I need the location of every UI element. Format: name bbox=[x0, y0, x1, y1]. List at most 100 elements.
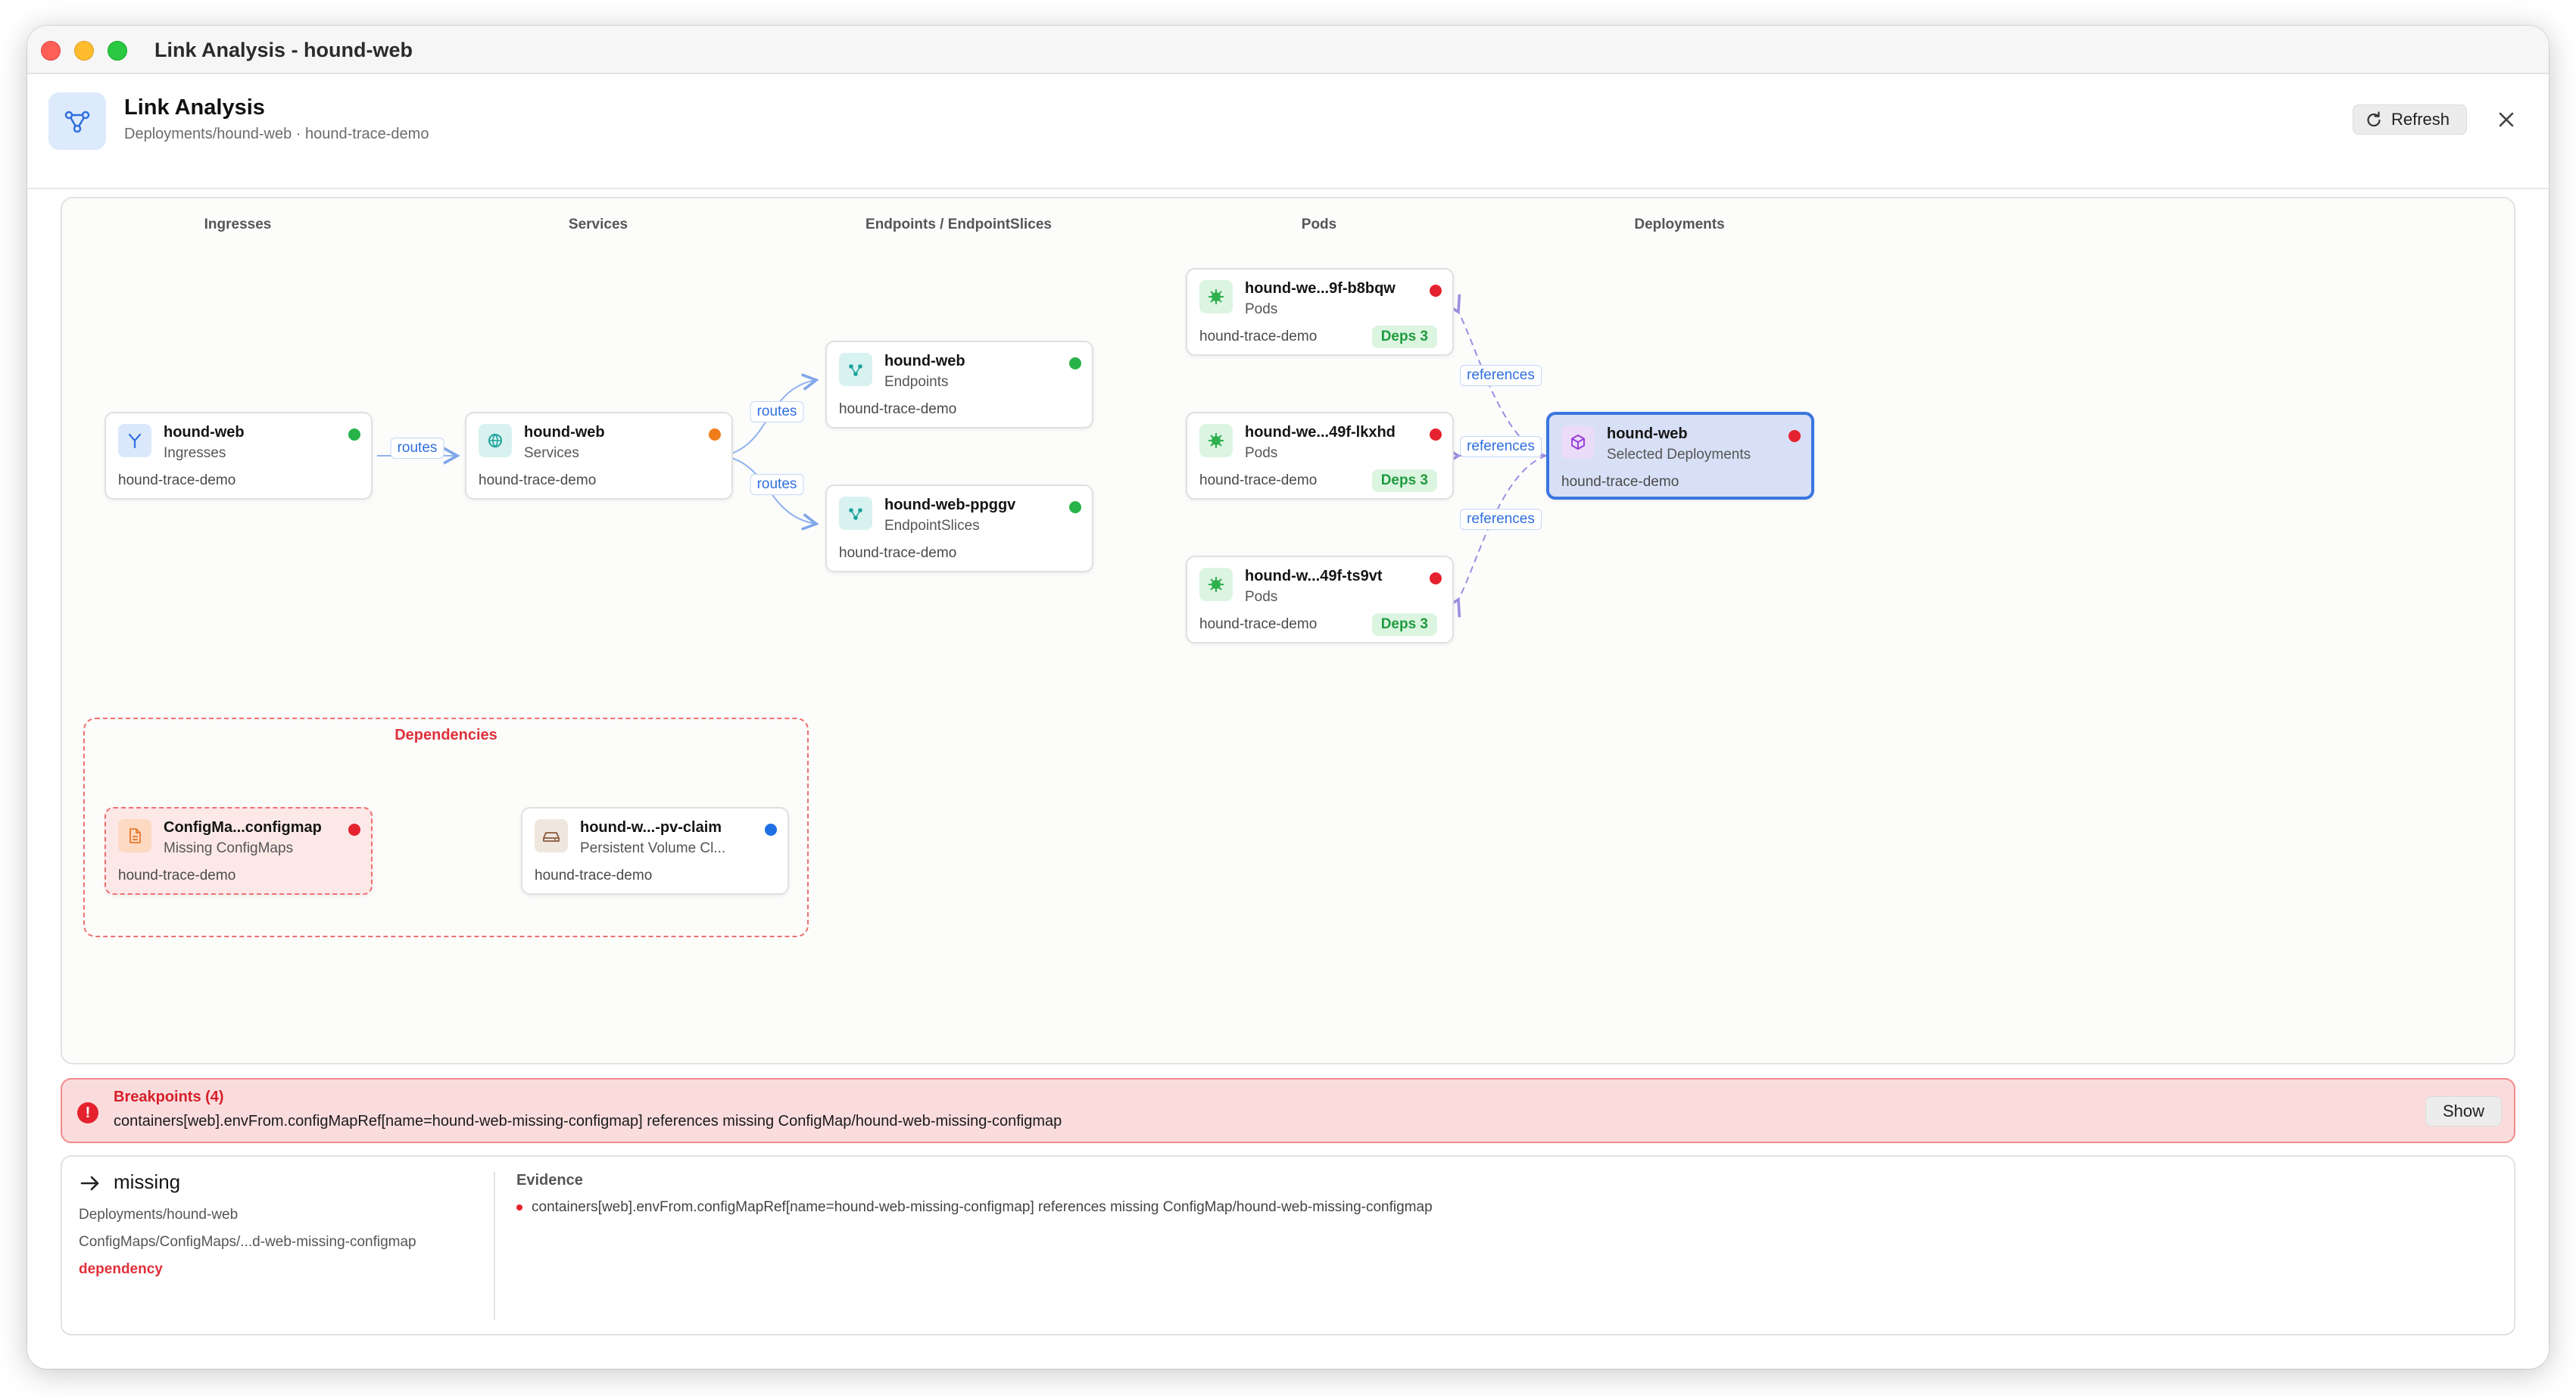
evidence-text: containers[web].envFrom.configMapRef[nam… bbox=[532, 1199, 1433, 1215]
pod-icon bbox=[1199, 280, 1233, 313]
node-name: ConfigMa...configmap bbox=[164, 819, 322, 836]
node-namespace: hound-trace-demo bbox=[479, 472, 597, 488]
node-endpointslice[interactable]: hound-web-ppggv EndpointSlices hound-tra… bbox=[825, 485, 1093, 572]
edge-label-references: references bbox=[1460, 509, 1542, 530]
edge-label-routes: routes bbox=[750, 401, 804, 422]
service-icon bbox=[479, 424, 512, 457]
node-missing-configmap[interactable]: ConfigMa...configmap Missing ConfigMaps … bbox=[104, 807, 373, 895]
edge-label-references: references bbox=[1460, 365, 1542, 386]
page-title: Link Analysis bbox=[124, 95, 265, 120]
configmap-file-icon bbox=[118, 819, 151, 852]
node-kind: EndpointSlices bbox=[884, 518, 980, 534]
column-header-endpoints: Endpoints / EndpointSlices bbox=[865, 217, 1052, 232]
status-dot bbox=[348, 824, 360, 836]
breakpoints-message: containers[web].envFrom.configMapRef[nam… bbox=[114, 1113, 1062, 1130]
column-header-deployments: Deployments bbox=[1634, 217, 1725, 232]
node-namespace: hound-trace-demo bbox=[1199, 472, 1318, 488]
title-bar: Link Analysis - hound-web bbox=[27, 26, 2549, 74]
window-maximize-button[interactable] bbox=[108, 41, 127, 61]
node-deployment[interactable]: hound-web Selected Deployments hound-tra… bbox=[1546, 412, 1814, 500]
status-dot bbox=[1430, 428, 1442, 441]
node-service[interactable]: hound-web Services hound-trace-demo bbox=[465, 412, 733, 500]
close-button[interactable] bbox=[2493, 106, 2520, 133]
node-namespace: hound-trace-demo bbox=[1199, 616, 1318, 632]
node-name: hound-we...49f-lkxhd bbox=[1245, 424, 1396, 441]
evidence-item: containers[web].envFrom.configMapRef[nam… bbox=[516, 1199, 1433, 1216]
status-dot bbox=[1069, 357, 1081, 369]
node-name: hound-w...49f-ts9vt bbox=[1245, 568, 1383, 584]
deps-badge: Deps 3 bbox=[1371, 326, 1437, 348]
edge-label-routes: routes bbox=[390, 438, 444, 459]
status-dot bbox=[1069, 501, 1081, 513]
detail-target: ConfigMaps/ConfigMaps/...d-web-missing-c… bbox=[79, 1234, 416, 1250]
deployment-icon bbox=[1561, 425, 1595, 459]
node-kind: Pods bbox=[1245, 589, 1278, 605]
node-name: hound-web bbox=[884, 353, 965, 369]
node-pod-2[interactable]: hound-we...49f-lkxhd Pods hound-trace-de… bbox=[1186, 412, 1454, 500]
status-dot bbox=[1789, 430, 1801, 442]
app-window: Link Analysis - hound-web Link Analysis … bbox=[27, 26, 2549, 1369]
node-kind: Missing ConfigMaps bbox=[164, 840, 294, 856]
deps-badge: Deps 3 bbox=[1371, 469, 1437, 492]
breadcrumb: Deployments/hound-web · hound-trace-demo bbox=[124, 126, 429, 142]
status-dot bbox=[1430, 285, 1442, 297]
breakpoints-title: Breakpoints (4) bbox=[114, 1089, 224, 1105]
error-icon: ! bbox=[77, 1102, 98, 1123]
window-close-button[interactable] bbox=[41, 41, 61, 61]
node-namespace: hound-trace-demo bbox=[118, 472, 236, 488]
status-dot bbox=[1430, 572, 1442, 584]
volume-claim-icon bbox=[535, 819, 568, 852]
node-kind: Pods bbox=[1245, 301, 1278, 317]
link-graph-icon bbox=[48, 92, 106, 150]
node-name: hound-w...-pv-claim bbox=[580, 819, 722, 836]
node-name: hound-web-ppggv bbox=[884, 497, 1016, 513]
pod-icon bbox=[1199, 424, 1233, 457]
node-namespace: hound-trace-demo bbox=[839, 545, 957, 561]
window-title: Link Analysis - hound-web bbox=[154, 39, 413, 61]
bullet-dot bbox=[516, 1204, 522, 1211]
detail-relation: dependency bbox=[79, 1261, 163, 1277]
endpointslice-icon bbox=[839, 497, 872, 530]
node-namespace: hound-trace-demo bbox=[535, 868, 653, 883]
node-kind: Persistent Volume Cl... bbox=[580, 840, 726, 856]
node-name: hound-we...9f-b8bqw bbox=[1245, 280, 1396, 297]
node-namespace: hound-trace-demo bbox=[839, 401, 957, 417]
status-dot bbox=[765, 824, 777, 836]
show-breakpoints-button[interactable]: Show bbox=[2425, 1096, 2502, 1126]
node-name: hound-web bbox=[164, 424, 245, 441]
column-header-pods: Pods bbox=[1301, 217, 1337, 232]
node-kind: Services bbox=[524, 445, 579, 461]
window-minimize-button[interactable] bbox=[74, 41, 94, 61]
status-dot bbox=[348, 428, 360, 441]
status-dot bbox=[709, 428, 721, 441]
detail-source: Deployments/hound-web bbox=[79, 1207, 239, 1223]
node-namespace: hound-trace-demo bbox=[1561, 474, 1679, 490]
refresh-button[interactable]: Refresh bbox=[2352, 104, 2467, 135]
deps-badge: Deps 3 bbox=[1371, 613, 1437, 636]
node-endpoints[interactable]: hound-web Endpoints hound-trace-demo bbox=[825, 341, 1093, 428]
detail-panel: missing Deployments/hound-web ConfigMaps… bbox=[61, 1155, 2515, 1335]
pod-icon bbox=[1199, 568, 1233, 601]
breakpoints-banner: ! Breakpoints (4) containers[web].envFro… bbox=[61, 1078, 2515, 1143]
edge-label-routes: routes bbox=[750, 474, 804, 495]
graph-canvas[interactable]: Ingresses Services Endpoints / EndpointS… bbox=[61, 197, 2515, 1064]
arrow-right-icon bbox=[80, 1176, 99, 1191]
node-name: hound-web bbox=[1607, 425, 1688, 442]
node-name: hound-web bbox=[524, 424, 605, 441]
node-pod-1[interactable]: hound-we...9f-b8bqw Pods hound-trace-dem… bbox=[1186, 268, 1454, 356]
column-header-services: Services bbox=[568, 217, 628, 232]
refresh-label: Refresh bbox=[2390, 110, 2450, 129]
node-kind: Selected Deployments bbox=[1607, 447, 1751, 463]
node-pod-3[interactable]: hound-w...49f-ts9vt Pods hound-trace-dem… bbox=[1186, 556, 1454, 643]
close-icon bbox=[2499, 112, 2514, 127]
detail-title: missing bbox=[114, 1170, 181, 1193]
refresh-icon bbox=[2367, 111, 2381, 127]
node-kind: Endpoints bbox=[884, 374, 949, 390]
node-ingress[interactable]: hound-web Ingresses hound-trace-demo bbox=[104, 412, 373, 500]
node-namespace: hound-trace-demo bbox=[118, 868, 236, 883]
evidence-title: Evidence bbox=[516, 1172, 583, 1189]
divider bbox=[494, 1172, 495, 1320]
dependencies-title: Dependencies bbox=[395, 727, 497, 743]
edge-label-references: references bbox=[1460, 436, 1542, 457]
node-pvc[interactable]: hound-w...-pv-claim Persistent Volume Cl… bbox=[521, 807, 789, 895]
